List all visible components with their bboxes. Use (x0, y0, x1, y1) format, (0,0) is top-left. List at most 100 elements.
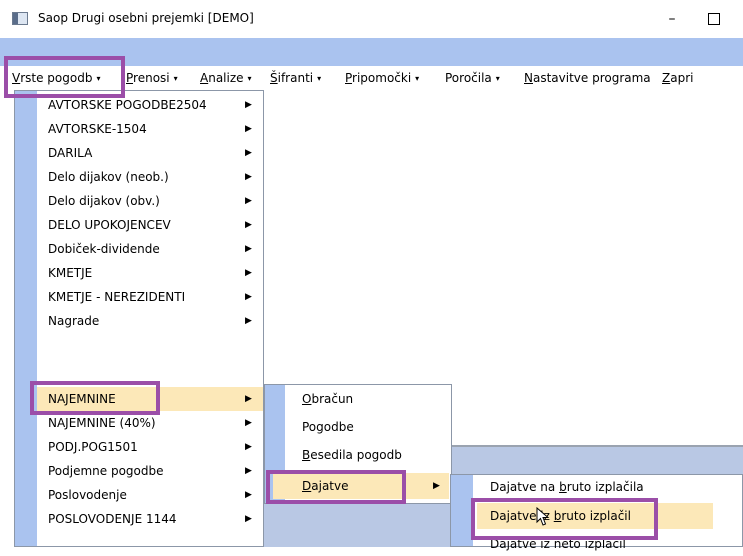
menu-accel: N (524, 71, 533, 85)
app-icon (12, 12, 28, 25)
menu-label: nalize (208, 71, 244, 85)
menu-item[interactable]: PODJ.POG1501 ▶ (15, 435, 263, 459)
chevron-down-icon: ▾ (96, 74, 101, 83)
chevron-right-icon: ▶ (245, 220, 252, 230)
chevron-down-icon: ▾ (415, 74, 420, 83)
menu-accel: P (126, 71, 134, 85)
menu-accel: B (302, 448, 311, 462)
menu-item-obracun[interactable]: Obračun (265, 387, 451, 411)
menu-item[interactable]: Podjemne pogodbe ▶ (15, 459, 263, 483)
menu-item[interactable]: Dobiček-dividende ▶ (15, 237, 263, 261)
menu-item-label: esedila pogodb (310, 448, 402, 462)
chevron-right-icon: ▶ (245, 124, 252, 134)
menu-accel: Z (662, 71, 671, 85)
menu-prenosi[interactable]: Prenosi ▾ (126, 66, 178, 90)
chevron-right-icon: ▶ (245, 442, 252, 452)
menu-porocila[interactable]: Poročila ▾ (445, 66, 500, 90)
menu-item[interactable]: Poslovodenje ▶ (15, 483, 263, 507)
submenu-najemnine: Obračun Pogodbe Besedila pogodb Dajatve ▶ (264, 384, 452, 504)
menu-sifranti[interactable]: Šifranti ▾ (270, 66, 321, 90)
chevron-right-icon: ▶ (245, 172, 252, 182)
menu-analize[interactable]: Analize ▾ (200, 66, 252, 90)
menu-item[interactable]: DELO UPOKOJENCEV ▶ (15, 213, 263, 237)
title-bar: Saop Drugi osebni prejemki [DEMO] – (0, 0, 743, 38)
menu-item[interactable]: NAJEMNINE (40%) ▶ (15, 411, 263, 435)
menu-item[interactable]: Delo dijakov (neob.) ▶ (15, 165, 263, 189)
menu-label: Poročila (445, 71, 492, 85)
chevron-right-icon: ▶ (245, 100, 252, 110)
menu-item[interactable]: DARILA ▶ (15, 141, 263, 165)
chevron-right-icon: ▶ (245, 244, 252, 254)
menu-item-label: ruto izplačila (566, 480, 644, 494)
menu-item-label: KMETJE (48, 266, 93, 280)
menu-item[interactable]: AVTORSKE-1504 ▶ (15, 117, 263, 141)
menu-pripomocki[interactable]: Pripomočki ▾ (345, 66, 419, 90)
menu-item[interactable]: AVTORSKE POGODBE2504 ▶ (15, 93, 263, 117)
menu-item-dajatve-iz-neto[interactable]: Dajatve iz neto izplačil (451, 532, 742, 556)
menu-item-dajatve[interactable]: Dajatve ▶ (273, 473, 449, 499)
menu-accel: P (345, 71, 353, 85)
chevron-right-icon: ▶ (245, 268, 252, 278)
menu-item-label: Pogodbe (302, 420, 354, 434)
menu-item-label: ajatve (311, 479, 349, 493)
chevron-down-icon: ▾ (247, 74, 252, 83)
menu-item-najemnine[interactable]: NAJEMNINE ▶ (37, 387, 263, 411)
menu-accel: Š (270, 71, 278, 85)
menu-item-label: ruto izplačil (561, 509, 631, 523)
menu-label: renosi (133, 71, 170, 85)
menu-item-label: DARILA (48, 146, 93, 160)
menu-item[interactable]: Delo dijakov (obv.) ▶ (15, 189, 263, 213)
menu-label: rste pogodb (20, 71, 93, 85)
window-title: Saop Drugi osebni prejemki [DEMO] (38, 11, 254, 25)
menu-item-label: Podjemne pogodbe (48, 464, 164, 478)
menu-zapri[interactable]: Zapri (662, 66, 693, 90)
menu-item-label: Dajatve iz neto izplačil (490, 537, 626, 551)
menu-item-dajatve-na-bruto[interactable]: Dajatve na bruto izplačila (451, 475, 742, 499)
menu-item-label: AVTORSKE-1504 (48, 122, 147, 136)
menu-item-label: NAJEMNINE (40%) (48, 416, 156, 430)
menu-item-label: bračun (311, 392, 354, 406)
menu-label: ifranti (277, 71, 314, 85)
menu-item[interactable]: Nagrade ▶ (15, 309, 263, 333)
minimize-button[interactable]: – (660, 8, 684, 30)
menu-item-pogodbe[interactable]: Pogodbe (265, 415, 451, 439)
menu-item-besedila-pogodb[interactable]: Besedila pogodb (265, 443, 451, 467)
menu-accel: V (12, 71, 21, 85)
menu-item[interactable]: KMETJE - NEREZIDENTI ▶ (15, 285, 263, 309)
mouse-cursor-icon (536, 507, 550, 526)
toolbar-band (0, 38, 743, 66)
menu-accel: D (302, 479, 312, 493)
chevron-down-icon: ▾ (317, 74, 322, 83)
menu-item-label: Dajatve na (490, 480, 560, 494)
maximize-icon (708, 13, 720, 25)
menu-item-label: Delo dijakov (neob.) (48, 170, 169, 184)
chevron-right-icon: ▶ (245, 394, 252, 404)
menu-item[interactable]: KMETJE ▶ (15, 261, 263, 285)
menu-label: ripomočki (352, 71, 412, 85)
menu-vrste-pogodb[interactable]: Vrste pogodb ▾ (12, 66, 100, 90)
menu-item-dajatve-iz-bruto[interactable]: Dajatve iz bruto izplačil (477, 503, 713, 529)
chevron-right-icon: ▶ (433, 481, 440, 491)
maximize-button[interactable] (702, 8, 726, 30)
chevron-right-icon: ▶ (245, 418, 252, 428)
menu-accel: A (200, 71, 209, 85)
dropdown-vrste-pogodb: AVTORSKE POGODBE2504 ▶ AVTORSKE-1504 ▶ DAR… (14, 90, 264, 547)
menu-item-label: Poslovodenje (48, 488, 127, 502)
menu-nastavitve-programa[interactable]: Nastavitve programa (524, 66, 651, 90)
menu-item-label: Dobiček-dividende (48, 242, 160, 256)
chevron-right-icon: ▶ (245, 196, 252, 206)
chevron-right-icon: ▶ (245, 292, 252, 302)
chevron-right-icon: ▶ (245, 490, 252, 500)
menu-item-label: POSLOVODENJE 1144 (48, 512, 177, 526)
chevron-down-icon: ▾ (173, 74, 178, 83)
chevron-down-icon: ▾ (495, 74, 500, 83)
chevron-right-icon: ▶ (245, 514, 252, 524)
chevron-right-icon: ▶ (245, 466, 252, 476)
menu-item[interactable]: POSLOVODENJE 1144 ▶ (15, 507, 263, 531)
menu-item-label: NAJEMNINE (48, 392, 116, 406)
menubar: Vrste pogodb ▾ Prenosi ▾ Analize ▾ Šifranti… (0, 66, 743, 90)
menu-item-label: Nagrade (48, 314, 100, 328)
submenu-dajatve: Dajatve na bruto izplačila Dajatve iz br… (450, 474, 743, 551)
chevron-right-icon: ▶ (245, 148, 252, 158)
menu-label: apri (670, 71, 694, 85)
